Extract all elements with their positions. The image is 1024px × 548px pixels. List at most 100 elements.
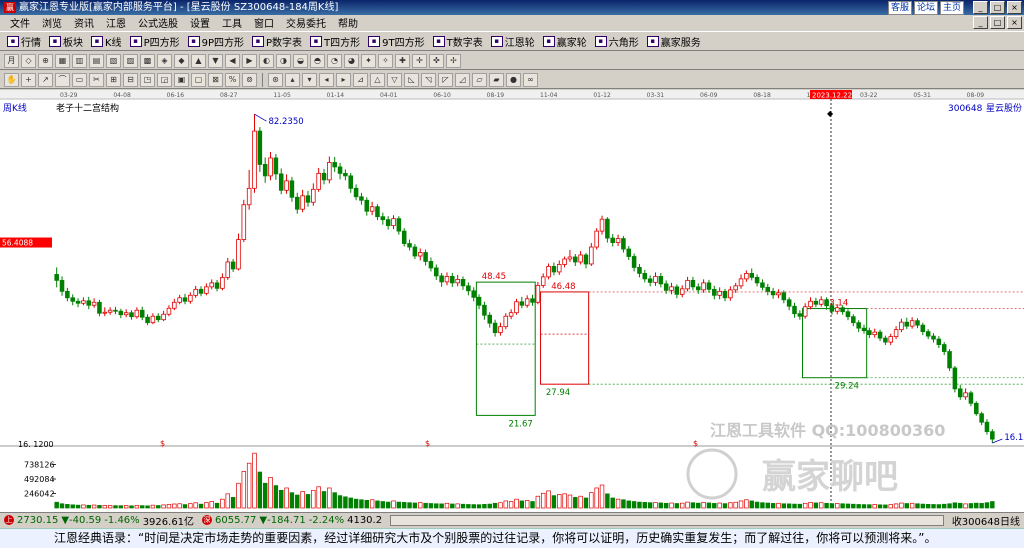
stock-name: 星云股份 (986, 102, 1022, 114)
link-forum[interactable]: 论坛 (913, 1, 938, 15)
draw-tool-icon-2[interactable]: ▦ (55, 53, 70, 68)
analysis-tool-icon-26[interactable]: ◿ (455, 72, 470, 87)
maximize-button[interactable]: □ (990, 1, 1005, 14)
toolbar-button-11[interactable]: ▪ 六角形 (592, 32, 642, 50)
toolbar-button-7[interactable]: ▪ 9T四方形 (365, 32, 427, 50)
draw-tool-icon-23[interactable]: ✛ (412, 53, 427, 68)
draw-tool-icon-3[interactable]: ▥ (72, 53, 87, 68)
analysis-tool-icon-12[interactable]: ⊠ (208, 72, 223, 87)
menu-gann[interactable]: 江恩 (100, 15, 132, 30)
analysis-tool-icon-21[interactable]: △ (370, 72, 385, 87)
analysis-tool-icon-7[interactable]: ⊟ (123, 72, 138, 87)
child-maximize-button[interactable]: □ (990, 16, 1005, 29)
close-button[interactable]: × (1007, 1, 1022, 14)
analysis-tool-icon-18[interactable]: ◂ (319, 72, 334, 87)
analysis-tool-icon-29[interactable]: ● (506, 72, 521, 87)
draw-tool-icon-18[interactable]: ◔ (327, 53, 342, 68)
analysis-tool-icon-30[interactable]: ∞ (523, 72, 538, 87)
link-service[interactable]: 客服 (887, 1, 912, 15)
menu-window[interactable]: 窗口 (248, 15, 280, 30)
draw-tool-icon-9[interactable]: ◆ (174, 53, 189, 68)
analysis-tool-icon-1[interactable]: + (21, 72, 36, 87)
draw-tool-icon-1[interactable]: ⊕ (38, 53, 53, 68)
date-tick-label: 08-27 (220, 92, 238, 99)
draw-tool-icon-14[interactable]: ◐ (259, 53, 274, 68)
menu-help[interactable]: 帮助 (332, 15, 364, 30)
kline-chart[interactable]: 03-29 04-08 06-16 08-27 11-05 01-14 04-01 06-10… (0, 90, 1024, 512)
draw-tool-icon-25[interactable]: ✢ (446, 53, 461, 68)
analysis-tool-icon-20[interactable]: ⊿ (353, 72, 368, 87)
analysis-tool-icon-22[interactable]: ▽ (387, 72, 402, 87)
volume-bar (893, 503, 899, 509)
analysis-tool-icon-15[interactable]: ⊛ (268, 72, 283, 87)
draw-tool-icon-19[interactable]: ◕ (344, 53, 359, 68)
toolbar-button-0[interactable]: ▪ 行情 (4, 32, 44, 50)
toolbar-button-4[interactable]: ▪ 9P四方形 (185, 32, 247, 50)
analysis-tool-icon-2[interactable]: ↗ (38, 72, 53, 87)
period-selector[interactable]: 月 (4, 53, 19, 68)
analysis-tool-icon-17[interactable]: ▾ (302, 72, 317, 87)
draw-tool-icon-5[interactable]: ▧ (106, 53, 121, 68)
chart-area[interactable]: 03-29 04-08 06-16 08-27 11-05 01-14 04-01 06-10… (0, 90, 1024, 512)
analysis-tool-icon-8[interactable]: ◳ (140, 72, 155, 87)
toolbar-button-3[interactable]: ▪ P四方形 (127, 32, 183, 50)
toolbar-button-9[interactable]: ▪ 江恩轮 (488, 32, 538, 50)
draw-tool-icon-12[interactable]: ◀ (225, 53, 240, 68)
candle-body (113, 309, 118, 312)
analysis-tool-icon-13[interactable]: % (225, 72, 240, 87)
menu-trade[interactable]: 交易委托 (280, 15, 332, 30)
draw-tool-icon-0[interactable]: ◇ (21, 53, 36, 68)
toolbar-button-1[interactable]: ▪ 板块 (46, 32, 86, 50)
draw-tool-icon-7[interactable]: ▩ (140, 53, 155, 68)
draw-tool-icon-6[interactable]: ▨ (123, 53, 138, 68)
analysis-tool-icon-27[interactable]: ▱ (472, 72, 487, 87)
child-close-button[interactable]: × (1007, 16, 1022, 29)
menu-info[interactable]: 资讯 (68, 15, 100, 30)
analysis-tool-icon-9[interactable]: ◲ (157, 72, 172, 87)
draw-tool-icon-16[interactable]: ◒ (293, 53, 308, 68)
menu-browse[interactable]: 浏览 (36, 15, 68, 30)
draw-tool-icon-15[interactable]: ◑ (276, 53, 291, 68)
link-home[interactable]: 主页 (939, 1, 964, 15)
minimize-button[interactable]: _ (973, 1, 988, 14)
toolbar-button-5[interactable]: ▪ P数字表 (249, 32, 305, 50)
analysis-tool-icon-10[interactable]: ▣ (174, 72, 189, 87)
status-scroll-track[interactable] (390, 514, 944, 526)
draw-tool-icon-22[interactable]: ✚ (395, 53, 410, 68)
draw-tool-icon-8[interactable]: ◈ (157, 53, 172, 68)
analysis-tool-icon-16[interactable]: ▴ (285, 72, 300, 87)
analysis-tool-icon-23[interactable]: ◺ (404, 72, 419, 87)
draw-tool-icon-13[interactable]: ▶ (242, 53, 257, 68)
candle-body (246, 187, 252, 206)
analysis-tool-icon-14[interactable]: ⊚ (242, 72, 257, 87)
child-minimize-button[interactable]: _ (973, 16, 988, 29)
draw-tool-icon-11[interactable]: ▼ (208, 53, 223, 68)
analysis-tool-icon-5[interactable]: ✂ (89, 72, 104, 87)
analysis-tool-icon-28[interactable]: ▰ (489, 72, 504, 87)
analysis-tool-icon-3[interactable]: ⌒ (55, 72, 70, 87)
toolbar-button-10[interactable]: ▪ 赢家轮 (540, 32, 590, 50)
menu-formula[interactable]: 公式选股 (132, 15, 184, 30)
analysis-tool-icon-11[interactable]: ▢ (191, 72, 206, 87)
analysis-tool-icon-0[interactable]: ✋ (4, 72, 19, 87)
menu-tools[interactable]: 工具 (216, 15, 248, 30)
toolbar-button-12[interactable]: ▪ 赢家服务 (644, 32, 704, 50)
draw-tool-icon-20[interactable]: ✦ (361, 53, 376, 68)
draw-tool-icon-21[interactable]: ✧ (378, 53, 393, 68)
toolbar-button-8[interactable]: ▪ T数字表 (430, 32, 486, 50)
volume-bar (444, 502, 450, 509)
draw-tool-icon-4[interactable]: ▤ (89, 53, 104, 68)
analysis-tool-icon-6[interactable]: ⊞ (106, 72, 121, 87)
analysis-tool-icon-24[interactable]: ◹ (421, 72, 436, 87)
draw-tool-icon-10[interactable]: ▲ (191, 53, 206, 68)
draw-tool-icon-17[interactable]: ◓ (310, 53, 325, 68)
draw-tool-icon-24[interactable]: ✜ (429, 53, 444, 68)
toolbar-button-6[interactable]: ▪ T四方形 (307, 32, 363, 50)
analysis-tool-icon-25[interactable]: ◸ (438, 72, 453, 87)
analysis-tool-icon-4[interactable]: ▭ (72, 72, 87, 87)
menu-file[interactable]: 文件 (4, 15, 36, 30)
candle-body (214, 282, 220, 289)
menu-settings[interactable]: 设置 (184, 15, 216, 30)
toolbar-button-2[interactable]: ▪ K线 (88, 32, 125, 50)
analysis-tool-icon-19[interactable]: ▸ (336, 72, 351, 87)
